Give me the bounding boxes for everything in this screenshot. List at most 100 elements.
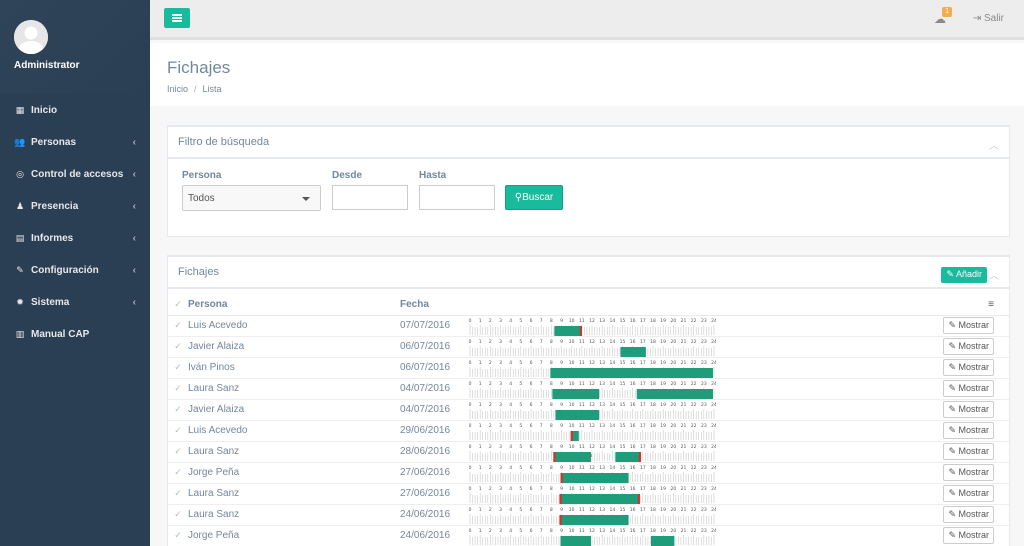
hasta-input[interactable] [419,185,495,210]
show-button[interactable]: ✎ Mostrar [943,464,994,481]
hour-label: 15 [620,402,626,408]
presence-segment[interactable] [550,367,713,378]
row-checkbox[interactable]: ✓ [168,315,188,337]
chevron-up-icon[interactable]: ︿ [989,267,999,282]
row-checkbox[interactable]: ✓ [168,462,188,484]
row-checkbox[interactable]: ✓ [168,504,188,526]
hour-label: 1 [479,339,482,345]
presence-segment[interactable] [560,472,629,483]
hour-label: 14 [609,528,615,534]
hour-label: 13 [599,360,605,366]
sidebar-item-control-de-accesos[interactable]: ◎ Control de accesos ‹ [0,158,150,190]
add-button[interactable]: ✎ Añadir [941,267,987,283]
show-button[interactable]: ✎ Mostrar [943,359,994,376]
table-row[interactable]: ✓ Javier Alaiza 06/07/2016 0 1 2 3 4 5 6 7 8 9 10 11 12… [168,336,1009,358]
show-button[interactable]: ✎ Mostrar [943,485,994,502]
presence-segment[interactable] [559,493,640,504]
search-button[interactable]: ⚲ Buscar [505,185,563,210]
select-all-checkbox[interactable]: ✓ [168,294,188,316]
chevron-left-icon: ‹ [132,296,136,308]
column-persona[interactable]: Persona [188,294,400,316]
hour-label: 16 [630,528,636,534]
table-row[interactable]: ✓ Jorge Peña 27/06/2016 0 1 2 3 4 5 6 7 8 9 10 11 12 13 1… [168,462,1009,484]
hour-label: 11 [579,423,585,429]
table-row[interactable]: ✓ Javier Alaiza 04/07/2016 0 1 2 3 4 5 6 7 8 9 10 11 12… [168,399,1009,421]
table-row[interactable]: ✓ Laura Sanz 28/06/2016 0 1 2 3 4 5 6 7 8 9 10 11 12 13 1… [168,441,1009,463]
show-button[interactable]: ✎ Mostrar [943,506,994,523]
cell-persona: Laura Sanz [188,483,400,505]
show-button[interactable]: ✎ Mostrar [943,401,994,418]
presence-segment[interactable] [555,409,600,420]
show-button[interactable]: ✎ Mostrar [943,317,994,334]
notifications-button[interactable]: ☁ 1 [934,7,952,26]
show-button[interactable]: ✎ Mostrar [943,443,994,460]
hour-label: 15 [620,360,626,366]
sidebar-item-presencia[interactable]: ♟ Presencia ‹ [0,190,150,222]
table-row[interactable]: ✓ Laura Sanz 24/06/2016 0 1 2 3 4 5 6 7 8 9 10 11 12 13 1… [168,504,1009,526]
presence-segment[interactable] [554,325,581,336]
table-row[interactable]: ✓ Laura Sanz 27/06/2016 0 1 2 3 4 5 6 7 8 9 10 11 12 13 1… [168,483,1009,505]
show-button[interactable]: ✎ Mostrar [943,527,994,544]
show-button[interactable]: ✎ Mostrar [943,422,994,439]
row-checkbox[interactable]: ✓ [168,483,188,505]
logout-link[interactable]: ⇥ Salir [973,13,1004,24]
table-row[interactable]: ✓ Luis Acevedo 07/07/2016 0 1 2 3 4 5 6 7 8 9 10 11 12 1… [168,315,1009,337]
hour-label: 7 [540,486,543,492]
row-checkbox[interactable]: ✓ [168,336,188,358]
column-fecha[interactable]: Fecha [400,294,468,316]
hour-label: 22 [691,381,697,387]
persona-select[interactable]: Todos [182,185,321,211]
hamburger-icon [172,14,182,22]
sidebar-item-personas[interactable]: 👥 Personas ‹ [0,126,150,158]
presence-segment[interactable] [553,451,591,462]
presence-segment[interactable] [636,388,713,399]
presence-segment[interactable] [620,346,646,357]
hour-label: 11 [579,507,585,513]
hour-label: 6 [530,507,533,513]
menu-toggle-button[interactable] [164,8,190,28]
desde-input[interactable] [332,185,408,210]
row-checkbox[interactable]: ✓ [168,420,188,442]
hour-label: 8 [550,360,553,366]
show-button[interactable]: ✎ Mostrar [943,338,994,355]
cell-fecha: 07/07/2016 [400,315,468,337]
cell-persona: Laura Sanz [188,441,400,463]
presence-segment[interactable] [650,535,675,546]
sidebar-item-label: Configuración [31,264,99,276]
row-checkbox[interactable]: ✓ [168,357,188,379]
row-checkbox[interactable]: ✓ [168,525,188,546]
sidebar-item-manual-cap[interactable]: ▥ Manual CAP [0,318,150,350]
sidebar-item-informes[interactable]: ▤ Informes ‹ [0,222,150,254]
row-checkbox[interactable]: ✓ [168,441,188,463]
avatar[interactable] [14,20,48,54]
presence-segment[interactable] [559,514,629,525]
sidebar-item-configuración[interactable]: ✎ Configuración ‹ [0,254,150,286]
hour-label: 10 [569,339,575,345]
hour-label: 14 [609,318,615,324]
sidebar-item-sistema[interactable]: ✹ Sistema ‹ [0,286,150,318]
presence-segment[interactable] [560,535,591,546]
show-button[interactable]: ✎ Mostrar [943,380,994,397]
presence-segment[interactable] [615,451,641,462]
row-checkbox[interactable]: ✓ [168,399,188,421]
table-row[interactable]: ✓ Jorge Peña 24/06/2016 0 1 2 3 4 5 6 7 8 9 10 11 12 13 1… [168,525,1009,546]
table-row[interactable]: ✓ Laura Sanz 04/07/2016 0 1 2 3 4 5 6 7 8 9 10 11 12 13 1… [168,378,1009,400]
fichajes-panel-title: Fichajes ✎ Añadir ︿ [168,257,1009,289]
hour-label: 19 [660,360,666,366]
table-row[interactable]: ✓ Iván Pinos 06/07/2016 0 1 2 3 4 5 6 7 8 9 10 11 12 13 1… [168,357,1009,379]
hour-label: 15 [620,381,626,387]
presence-segment[interactable] [552,388,600,399]
row-checkbox[interactable]: ✓ [168,378,188,400]
hour-label: 21 [681,444,687,450]
chevron-up-icon[interactable]: ︿ [989,137,999,152]
hour-label: 13 [599,465,605,471]
breadcrumb-inicio[interactable]: Inicio [167,84,188,94]
hour-label: 8 [550,318,553,324]
cell-timeline: 0 1 2 3 4 5 6 7 8 9 10 11 12 13 14 15 16 17 18 19 20 21 22 23 24 [468,357,720,379]
column-options[interactable]: ≡ [720,294,1009,316]
table-row[interactable]: ✓ Luis Acevedo 29/06/2016 0 1 2 3 4 5 6 7 8 9 10 11 12 1… [168,420,1009,442]
hour-label: 11 [579,444,585,450]
hour-label: 14 [609,423,615,429]
sidebar-item-inicio[interactable]: ▦ Inicio [0,94,150,126]
hour-label: 17 [640,339,646,345]
